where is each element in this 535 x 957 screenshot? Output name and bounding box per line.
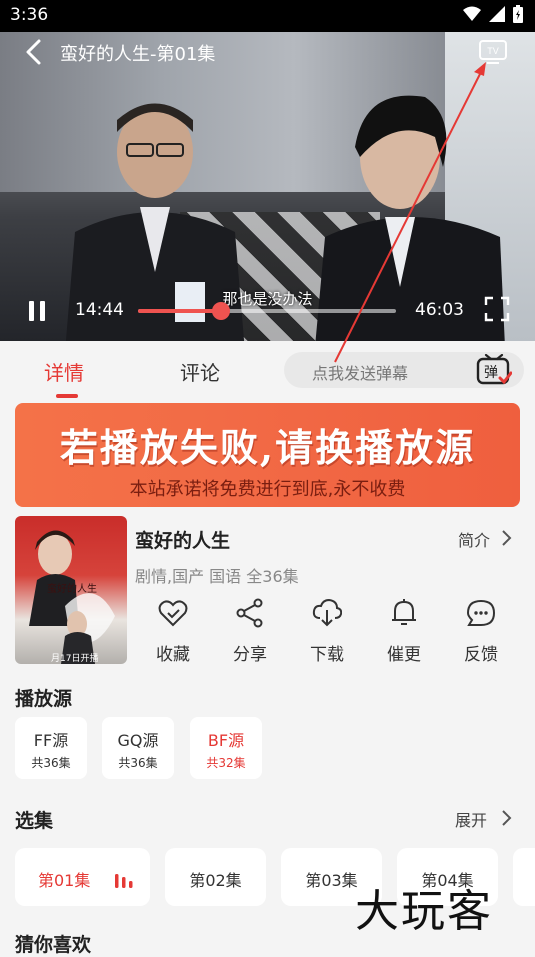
video-player[interactable]: 蛮好的人生-第01集 TV 那也是没办法 14:44 46:03 (0, 32, 535, 341)
download-icon (312, 598, 342, 627)
banner-sub-text: 本站承诺将免费进行到底,永不收费 (129, 479, 406, 500)
feedback-icon (466, 599, 496, 626)
collect-label: 收藏 (156, 645, 190, 665)
feedback-label: 反馈 (464, 645, 498, 665)
tv-cast-icon[interactable]: TV (478, 38, 508, 66)
chevron-right-icon[interactable] (499, 529, 513, 547)
share-icon (236, 598, 263, 628)
episode-label: 第02集 (189, 871, 242, 890)
status-icons (463, 5, 523, 23)
progress-fill (138, 309, 221, 313)
remind-update-button[interactable]: 催更 (374, 598, 434, 668)
signal-icon (489, 6, 505, 22)
download-button[interactable]: 下载 (297, 598, 357, 668)
progress-bar[interactable] (138, 302, 396, 320)
total-time: 46:03 (415, 300, 464, 320)
source-ff[interactable]: FF源 共36集 (15, 717, 87, 779)
source-count: 共36集 (118, 756, 158, 770)
watermark: 大玩客 (355, 886, 493, 937)
recommend-title: 猜你喜欢 (15, 934, 92, 956)
episode-01[interactable]: 第01集 (15, 848, 150, 906)
status-bar: 3:36 (0, 0, 535, 32)
fullscreen-icon[interactable] (484, 296, 510, 322)
episode-card-partial[interactable] (513, 848, 535, 906)
status-time: 3:36 (10, 5, 49, 25)
source-name: FF源 (33, 731, 69, 750)
remind-update-label: 催更 (387, 645, 421, 665)
poster-artwork: 蛮好的人生 月17日开播 (29, 530, 115, 664)
back-arrow-icon[interactable] (22, 38, 46, 66)
source-count: 共32集 (206, 756, 246, 770)
tab-comments[interactable]: 评论 (180, 357, 220, 386)
danmu-icon-text: 弹 (484, 365, 498, 381)
drama-poster[interactable]: 蛮好的人生 月17日开播 (15, 516, 127, 664)
source-bf[interactable]: BF源 共32集 (190, 717, 262, 779)
share-button[interactable]: 分享 (220, 598, 280, 668)
heart-icon (158, 600, 188, 627)
poster-title: 蛮好的人生 (47, 582, 97, 595)
source-count: 共36集 (31, 756, 71, 770)
battery-icon (513, 5, 523, 23)
intro-link[interactable]: 简介 (458, 527, 490, 551)
sources-title: 播放源 (15, 688, 73, 710)
danmu-toggle-icon[interactable]: 弹 (476, 354, 512, 388)
wifi-icon (463, 6, 481, 21)
episode-label: 第01集 (38, 871, 91, 890)
poster-date: 月17日开播 (51, 652, 98, 664)
danmu-placeholder: 点我发送弹幕 (312, 364, 409, 383)
tab-active-indicator (56, 394, 78, 398)
playing-indicator-icon (115, 874, 133, 888)
share-label: 分享 (233, 645, 267, 665)
pause-icon[interactable] (26, 300, 48, 322)
playback-notice-banner: 若播放失败,请换播放源 本站承诺将免费进行到底,永不收费 (15, 403, 520, 507)
feedback-button[interactable]: 反馈 (451, 598, 511, 668)
banner-main-text: 若播放失败,请换播放源 (59, 425, 476, 470)
drama-meta: 剧情,国产 国语 全36集 (135, 567, 299, 586)
tab-detail[interactable]: 详情 (44, 357, 84, 386)
collect-button[interactable]: 收藏 (143, 598, 203, 668)
episode-02[interactable]: 第02集 (165, 848, 266, 906)
progress-handle[interactable] (211, 302, 230, 320)
bell-icon (392, 599, 416, 625)
expand-link[interactable]: 展开 (455, 807, 487, 831)
svg-text:TV: TV (487, 46, 499, 56)
drama-title: 蛮好的人生 (135, 530, 231, 552)
download-label: 下载 (310, 645, 344, 665)
source-name: GQ源 (117, 731, 159, 750)
source-name: BF源 (207, 731, 245, 750)
player-title: 蛮好的人生-第01集 (60, 44, 216, 65)
current-time: 14:44 (75, 300, 124, 320)
chevron-right-icon[interactable] (499, 809, 513, 827)
episodes-title: 选集 (15, 810, 54, 832)
source-gq[interactable]: GQ源 共36集 (102, 717, 174, 779)
